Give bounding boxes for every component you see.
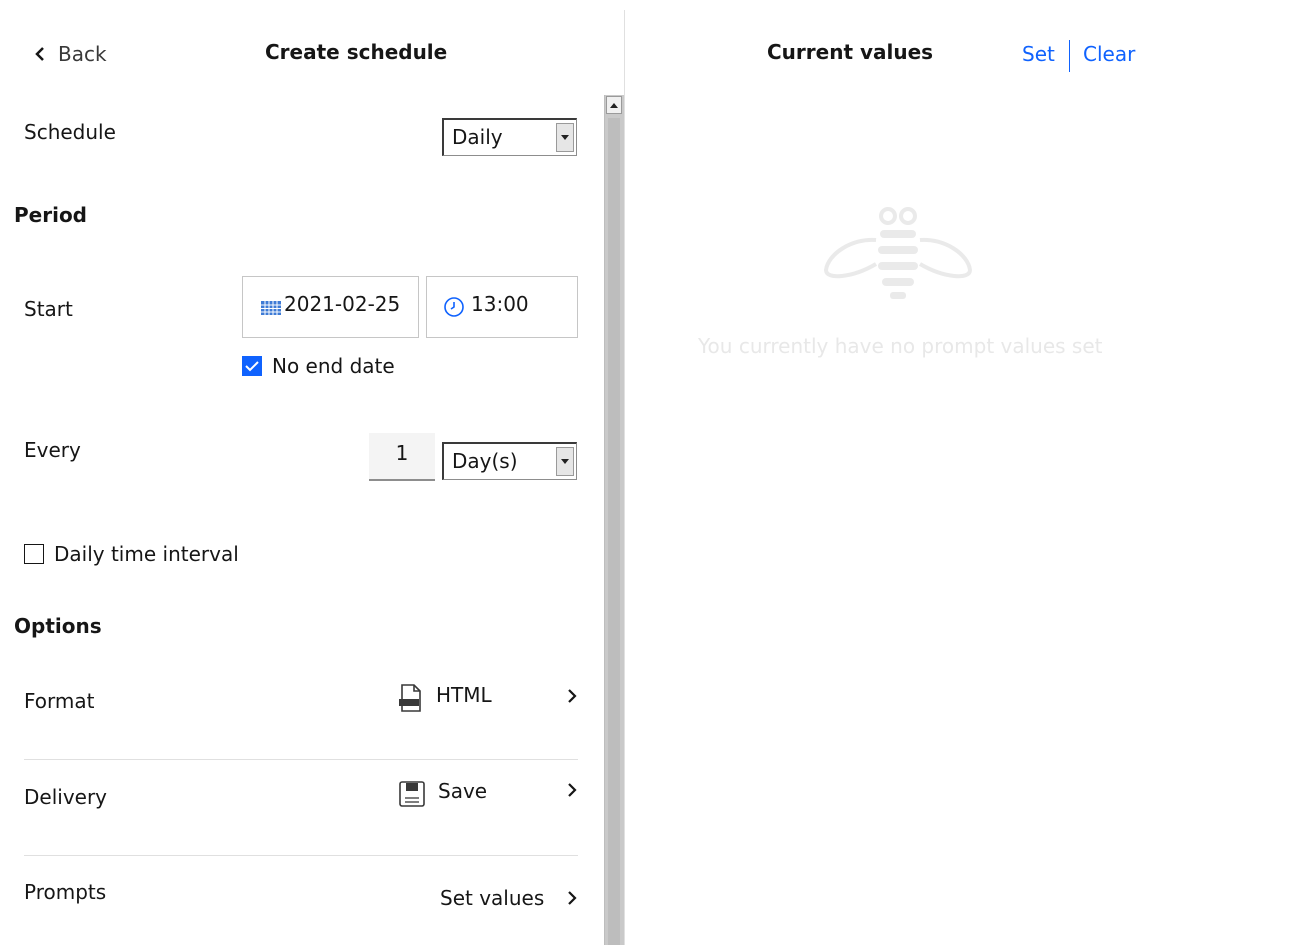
every-value-input[interactable]: 1 <box>369 433 435 481</box>
start-time-value: 13:00 <box>471 292 529 316</box>
bee-empty-state-icon <box>823 207 973 299</box>
prompts-chevron-right-icon[interactable] <box>567 890 577 906</box>
format-value: HTML <box>436 683 492 707</box>
no-end-date-checkbox[interactable] <box>242 356 262 376</box>
dropdown-arrow-icon <box>556 123 574 152</box>
divider <box>24 855 578 856</box>
panel-divider <box>624 10 625 945</box>
checkmark-icon <box>245 361 259 372</box>
no-end-date-label: No end date <box>272 354 395 378</box>
schedule-select-value: Daily <box>452 125 503 149</box>
format-row-value[interactable]: HTML <box>398 683 492 712</box>
scrollbar-thumb[interactable] <box>608 118 620 945</box>
delivery-label: Delivery <box>24 785 108 809</box>
current-values-title: Current values <box>767 40 934 64</box>
back-label: Back <box>58 42 107 66</box>
clear-link[interactable]: Clear <box>1083 42 1135 66</box>
delivery-row-value[interactable]: Save <box>398 779 488 808</box>
prompts-label: Prompts <box>24 880 107 904</box>
divider <box>24 759 578 760</box>
period-heading: Period <box>14 203 87 227</box>
back-button[interactable]: Back <box>34 42 107 66</box>
start-date-field[interactable]: 2021-02-25 <box>242 276 419 338</box>
delivery-value: Save <box>438 779 488 803</box>
clock-icon <box>444 297 464 317</box>
schedule-label: Schedule <box>24 120 116 144</box>
chevron-left-icon <box>35 47 44 61</box>
every-unit-select[interactable]: Day(s) <box>442 442 577 480</box>
schedule-panel: Back Create schedule Schedule Daily Peri… <box>0 0 624 945</box>
format-chevron-right-icon[interactable] <box>567 688 577 704</box>
calendar-icon <box>261 301 281 315</box>
daily-interval-label: Daily time interval <box>54 542 239 566</box>
daily-interval-checkbox[interactable] <box>24 544 44 564</box>
save-disk-icon <box>399 781 425 807</box>
empty-state-message: You currently have no prompt values set <box>698 334 1103 358</box>
schedule-select[interactable]: Daily <box>442 118 577 156</box>
options-heading: Options <box>14 614 102 638</box>
start-time-field[interactable]: 13:00 <box>426 276 578 338</box>
page-title: Create schedule <box>265 40 448 64</box>
scroll-up-button[interactable] <box>606 96 622 114</box>
every-label: Every <box>24 438 81 462</box>
delivery-chevron-right-icon[interactable] <box>567 782 577 798</box>
dropdown-arrow-icon <box>556 447 574 476</box>
prompts-value[interactable]: Set values <box>440 886 544 910</box>
start-date-value: 2021-02-25 <box>284 292 401 316</box>
format-label: Format <box>24 689 95 713</box>
daily-interval-option[interactable]: Daily time interval <box>24 542 239 566</box>
link-separator <box>1069 40 1070 72</box>
html-file-icon <box>399 684 421 712</box>
every-value: 1 <box>395 441 409 465</box>
start-label: Start <box>24 297 73 321</box>
no-end-date-option[interactable]: No end date <box>242 354 395 378</box>
every-unit-value: Day(s) <box>452 449 518 473</box>
set-link[interactable]: Set <box>1022 42 1055 66</box>
caret-up-icon <box>610 102 618 108</box>
